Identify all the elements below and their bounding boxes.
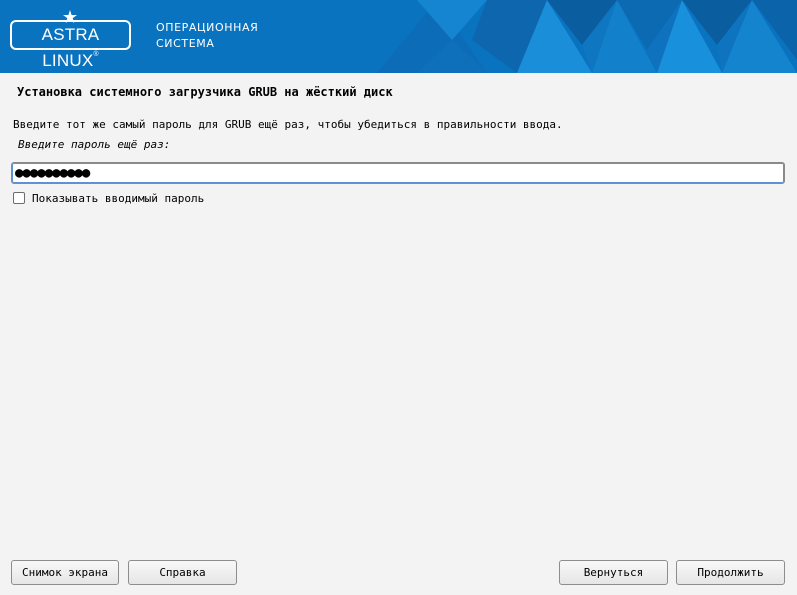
help-button[interactable]: Справка bbox=[128, 560, 237, 585]
description-text: Введите тот же самый пароль для GRUB ещё… bbox=[13, 118, 563, 131]
os-subtitle-line2: СИСТЕМА bbox=[156, 37, 215, 50]
password-confirm-input[interactable]: ●●●●●●●●●● bbox=[11, 162, 785, 184]
logo-registered-mark: ® bbox=[93, 51, 99, 58]
show-password-option[interactable]: Показывать вводимый пароль bbox=[13, 191, 204, 205]
password-field-label: Введите пароль ещё раз: bbox=[18, 138, 171, 151]
os-subtitle-line1: ОПЕРАЦИОННАЯ bbox=[156, 21, 259, 34]
continue-button[interactable]: Продолжить bbox=[676, 560, 785, 585]
back-button[interactable]: Вернуться bbox=[559, 560, 668, 585]
page-title: Установка системного загрузчика GRUB на … bbox=[17, 85, 393, 99]
installer-window: ASTRA LINUX® ОПЕРАЦИОННАЯ СИСТЕМА Устано… bbox=[0, 0, 797, 595]
header-banner: ASTRA LINUX® ОПЕРАЦИОННАЯ СИСТЕМА bbox=[0, 0, 797, 73]
astra-linux-logo: ASTRA LINUX® bbox=[10, 20, 131, 70]
show-password-label[interactable]: Показывать вводимый пароль bbox=[32, 192, 204, 205]
logo-text: ASTRA LINUX bbox=[41, 25, 100, 70]
os-subtitle: ОПЕРАЦИОННАЯ СИСТЕМА bbox=[156, 20, 258, 52]
show-password-checkbox[interactable] bbox=[13, 192, 25, 204]
header-pattern bbox=[377, 0, 797, 73]
screenshot-button[interactable]: Снимок экрана bbox=[11, 560, 119, 585]
